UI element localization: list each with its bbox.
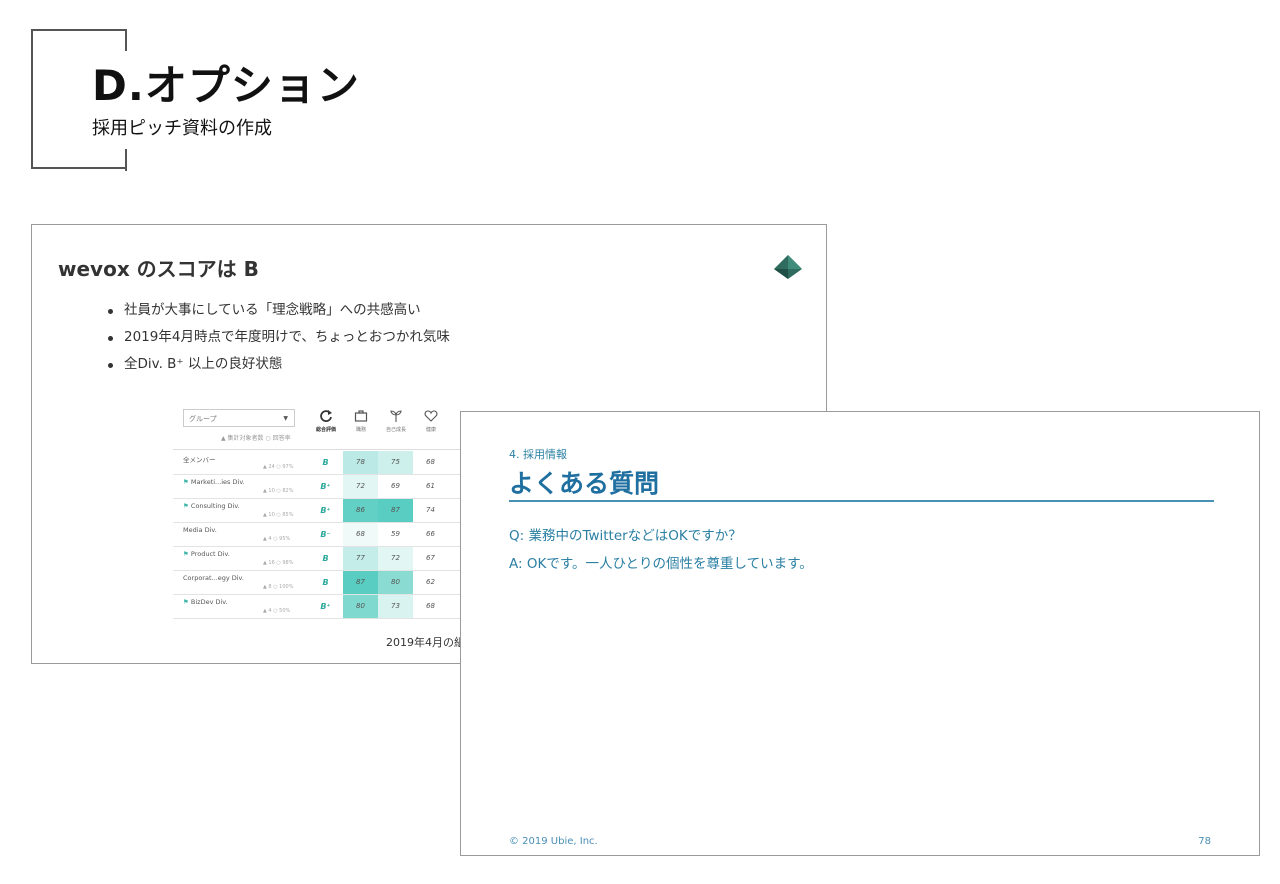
table-row[interactable]: Corporat...egy Div. ▲ 8 ○ 100% B 87 80 62 bbox=[173, 571, 463, 595]
row-name: ⚑ Consulting Div. bbox=[183, 502, 240, 510]
flag-icon: ⚑ bbox=[183, 478, 191, 486]
column-label: 総合評価 bbox=[315, 427, 336, 433]
score-cell: 87 bbox=[378, 499, 413, 522]
grade-cell: B bbox=[322, 458, 329, 467]
chevron-down-icon: ▼ bbox=[283, 415, 288, 422]
page-number: 78 bbox=[1198, 836, 1211, 847]
wevox-logo-icon bbox=[774, 255, 802, 279]
row-name-text: Corporat...egy Div. bbox=[183, 574, 244, 582]
row-name-text: Consulting Div. bbox=[190, 502, 240, 510]
flag-icon: ⚑ bbox=[183, 550, 191, 558]
section-label: 4. 採用情報 bbox=[509, 448, 567, 461]
row-name: ⚑ BizDev Div. bbox=[183, 598, 228, 606]
group-select[interactable]: グループ ▼ bbox=[183, 409, 295, 427]
score-cell: 72 bbox=[343, 475, 378, 498]
bullet-item: 社員が大事にしている「理念戦略」への共感高い bbox=[108, 297, 450, 324]
table-row[interactable]: Media Div. ▲ 4 ○ 95% B⁻ 68 59 66 bbox=[173, 523, 463, 547]
page-title: D.オプション bbox=[92, 61, 360, 110]
score-cell: 68 bbox=[343, 523, 378, 546]
row-name: Media Div. bbox=[183, 526, 217, 534]
table-caption: 2019年4月の組 bbox=[386, 636, 465, 649]
row-name-text: Media Div. bbox=[183, 526, 217, 534]
slide-faq: 4. 採用情報 よくある質問 Q: 業務中のTwitterなどはOKですか？ A… bbox=[460, 411, 1260, 856]
bullet-list: 社員が大事にしている「理念戦略」への共感高い 2019年4月時点で年度明けで、ち… bbox=[108, 297, 450, 378]
briefcase-icon bbox=[354, 410, 368, 422]
column-growth: 自己成長 bbox=[378, 409, 414, 433]
grade-cell: B bbox=[322, 554, 329, 563]
row-meta: ▲ 4 ○ 50% bbox=[263, 608, 291, 614]
row-name-text: BizDev Div. bbox=[190, 598, 228, 606]
grade-cell: B⁻ bbox=[320, 530, 331, 539]
flag-icon: ⚑ bbox=[183, 502, 191, 510]
row-meta: ▲ 10 ○ 85% bbox=[263, 512, 294, 518]
score-cell: 72 bbox=[378, 547, 413, 570]
column-label: 健康 bbox=[425, 427, 436, 433]
row-name-text: 全メンバー bbox=[183, 456, 216, 464]
score-cell: 80 bbox=[343, 595, 378, 618]
column-job: 職務 bbox=[343, 409, 379, 433]
row-name: ⚑ Product Div. bbox=[183, 550, 230, 558]
column-label: 自己成長 bbox=[385, 427, 406, 433]
sprout-icon bbox=[390, 410, 402, 422]
row-meta: ▲ 8 ○ 100% bbox=[263, 584, 294, 590]
column-label: 職務 bbox=[355, 427, 366, 433]
row-meta: ▲ 16 ○ 98% bbox=[263, 560, 294, 566]
score-cell: 86 bbox=[343, 499, 378, 522]
table-legend: ▲ 集計対象者数 ○ 回答率 bbox=[221, 435, 291, 442]
row-name: 全メンバー bbox=[183, 454, 216, 464]
grade-cell: B bbox=[322, 578, 329, 587]
score-cell: 87 bbox=[343, 571, 378, 594]
table-row[interactable]: ⚑ Product Div. ▲ 16 ○ 98% B 77 72 67 bbox=[173, 547, 463, 571]
bullet-item: 全Div. B⁺ 以上の良好状態 bbox=[108, 351, 450, 378]
refresh-icon bbox=[320, 410, 332, 422]
score-cell: 80 bbox=[378, 571, 413, 594]
column-overall: 総合評価 bbox=[308, 409, 344, 433]
title-underline bbox=[509, 500, 1214, 502]
table-row[interactable]: ⚑ Consulting Div. ▲ 10 ○ 85% B⁺ 86 87 74 bbox=[173, 499, 463, 523]
grade-cell: B⁺ bbox=[320, 602, 331, 611]
table-row[interactable]: ⚑ Marketi...ies Div. ▲ 10 ○ 82% B⁺ 72 69 61 bbox=[173, 475, 463, 499]
grade-cell: B⁺ bbox=[320, 482, 331, 491]
score-cell: 78 bbox=[343, 451, 378, 474]
bullet-item: 2019年4月時点で年度明けで、ちょっとおつかれ気味 bbox=[108, 324, 450, 351]
group-select-value: グループ bbox=[189, 415, 217, 423]
flag-icon: ⚑ bbox=[183, 598, 191, 606]
score-cell: 59 bbox=[391, 530, 400, 538]
bracket-tick-top bbox=[125, 29, 127, 51]
score-cell: 68 bbox=[426, 602, 435, 610]
score-cell: 69 bbox=[391, 482, 400, 490]
page-subtitle: 採用ピッチ資料の作成 bbox=[92, 118, 272, 139]
score-cell: 73 bbox=[378, 595, 413, 618]
score-cell: 61 bbox=[426, 482, 435, 490]
score-cell: 68 bbox=[426, 458, 435, 466]
row-meta: ▲ 10 ○ 82% bbox=[263, 488, 294, 494]
score-cell: 66 bbox=[426, 530, 435, 538]
score-cell: 75 bbox=[378, 451, 413, 474]
row-name: ⚑ Marketi...ies Div. bbox=[183, 478, 245, 486]
row-meta: ▲ 4 ○ 95% bbox=[263, 536, 291, 542]
faq-answer: A: OKです。一人ひとりの個性を尊重しています。 bbox=[509, 556, 813, 572]
row-name-text: Marketi...ies Div. bbox=[190, 478, 245, 486]
faq-question: Q: 業務中のTwitterなどはOKですか？ bbox=[509, 528, 742, 544]
row-name-text: Product Div. bbox=[190, 550, 230, 558]
score-cell: 62 bbox=[426, 578, 435, 586]
score-cell: 74 bbox=[426, 506, 435, 514]
copyright: © 2019 Ubie, Inc. bbox=[509, 836, 598, 847]
row-meta: ▲ 24 ○ 97% bbox=[263, 464, 294, 470]
table-row[interactable]: ⚑ BizDev Div. ▲ 4 ○ 50% B⁺ 80 73 68 bbox=[173, 595, 463, 619]
column-health: 健康 bbox=[413, 409, 449, 433]
slide-title: wevox のスコアは B bbox=[58, 257, 259, 281]
slide-title: よくある質問 bbox=[509, 469, 660, 498]
grade-cell: B⁺ bbox=[320, 506, 331, 515]
row-name: Corporat...egy Div. bbox=[183, 574, 244, 582]
table-row[interactable]: 全メンバー ▲ 24 ○ 97% B 78 75 68 bbox=[173, 451, 463, 475]
bracket-tick-bottom bbox=[125, 149, 127, 171]
heart-icon bbox=[424, 410, 438, 422]
score-cell: 67 bbox=[426, 554, 435, 562]
score-cell: 77 bbox=[343, 547, 378, 570]
